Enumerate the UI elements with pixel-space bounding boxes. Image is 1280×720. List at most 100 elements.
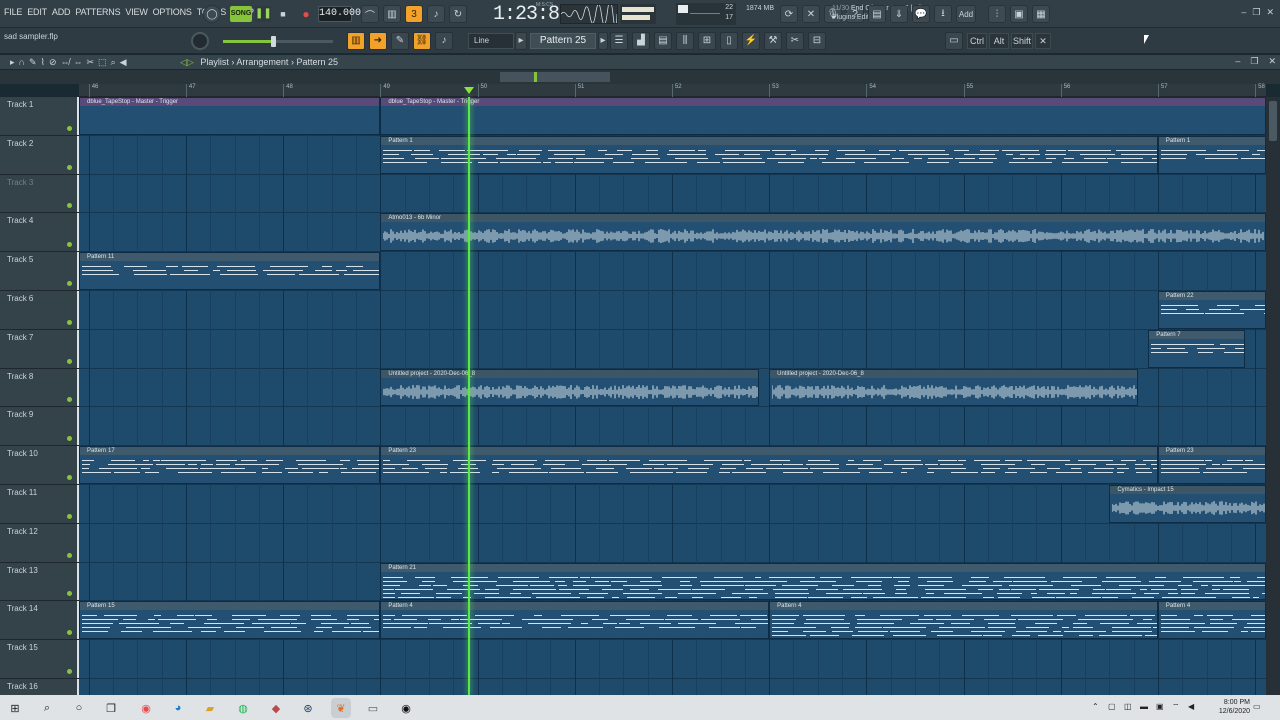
play-pause-button[interactable]: ❚❚: [255, 6, 272, 22]
menu-options[interactable]: OPTIONS: [153, 7, 192, 17]
mixer-view-icon[interactable]: ⫼: [676, 32, 694, 50]
song-mode-button[interactable]: SONG: [230, 6, 252, 22]
tray-app-icon[interactable]: ▢: [1108, 702, 1116, 711]
wait-input-icon[interactable]: ▥: [383, 5, 401, 23]
record-button[interactable]: ●: [298, 6, 314, 22]
vertical-scrollbar[interactable]: [1266, 97, 1280, 695]
track-header[interactable]: Track 7: [0, 329, 79, 369]
playhead-marker[interactable]: [463, 87, 474, 94]
plugin-picker-icon[interactable]: ⊞: [698, 32, 716, 50]
track-mute-led[interactable]: [67, 125, 72, 131]
tempo-display[interactable]: 140.000: [318, 6, 361, 22]
playlist-maximize-icon[interactable]: ❐: [1250, 56, 1258, 67]
track-mute-led[interactable]: [67, 552, 72, 558]
track-header[interactable]: Track 3: [0, 174, 79, 214]
master-volume-knob[interactable]: [191, 32, 209, 50]
vertical-scroll-thumb[interactable]: [1269, 101, 1277, 141]
stop-button[interactable]: ■: [276, 6, 290, 22]
audio-clip[interactable]: Untitled project - 2020-Dec-06_8: [380, 368, 760, 407]
menu-arrow-icon[interactable]: ▸: [10, 57, 15, 68]
countdown-icon[interactable]: 3: [405, 5, 423, 23]
track-header[interactable]: Track 10: [0, 446, 79, 485]
app-icon-3[interactable]: ▭: [363, 698, 383, 718]
playlist-arrow-icon[interactable]: ◁▷: [180, 57, 194, 67]
pattern-clip[interactable]: Pattern 21: [380, 562, 1266, 601]
browser-icon[interactable]: ▣: [1010, 5, 1028, 23]
track-header[interactable]: Track 5: [0, 252, 79, 291]
tools-icon[interactable]: ⚒: [764, 32, 782, 50]
channel-rack-icon[interactable]: ▦: [1032, 5, 1050, 23]
tray-network-icon[interactable]: ◫: [1124, 702, 1132, 711]
delete-icon[interactable]: ⊘: [49, 57, 57, 68]
track-mute-led[interactable]: [67, 436, 72, 442]
pattern-clip[interactable]: Pattern 1: [1157, 135, 1266, 174]
ctrl-key-button[interactable]: Ctrl: [967, 33, 987, 49]
plug-icon[interactable]: ⚡: [742, 32, 760, 50]
track-name[interactable]: Track 16: [7, 682, 38, 691]
track-name[interactable]: Track 13: [7, 566, 38, 575]
playback-icon[interactable]: ◀: [120, 57, 127, 68]
app-icon-1[interactable]: ◉: [136, 698, 156, 718]
tray-battery-icon[interactable]: ▬: [1140, 702, 1148, 711]
auto-clip[interactable]: dblue_TapeStop - Master - Trigger: [380, 97, 1266, 135]
audio-clip[interactable]: Cymatics - Impact 15: [1109, 485, 1266, 523]
chat-icon[interactable]: 💬: [912, 5, 930, 23]
pattern-clip[interactable]: Pattern 23: [380, 446, 1158, 484]
track-header[interactable]: Track 11: [0, 485, 79, 524]
pattern-clip[interactable]: Pattern 4: [380, 601, 770, 640]
spotify-icon[interactable]: ◍: [233, 698, 253, 718]
piano-roll-icon[interactable]: ▥: [347, 32, 365, 50]
track-name[interactable]: Track 15: [7, 643, 38, 652]
menu-view[interactable]: VIEW: [125, 7, 147, 17]
track-header[interactable]: Track 1: [0, 97, 79, 136]
volume-handle[interactable]: [270, 36, 276, 47]
track-mute-led[interactable]: [67, 280, 72, 286]
menu-add[interactable]: ADD: [52, 7, 71, 17]
performance-icon[interactable]: ✂: [786, 32, 804, 50]
pattern-clip[interactable]: Pattern 7: [1148, 329, 1246, 368]
metronome-icon[interactable]: ⌒: [361, 5, 379, 23]
system-clock[interactable]: 8:00 PM 12/6/2020: [1219, 698, 1250, 716]
tray-expand-icon[interactable]: ⌃: [1092, 702, 1099, 711]
slip-icon[interactable]: ⇔: [74, 57, 83, 68]
menu-file[interactable]: FILE: [4, 7, 22, 17]
cortana-icon[interactable]: ○: [69, 698, 89, 718]
playlist-grid[interactable]: dblue_TapeStop - Master - Trigger dblue_T…: [79, 97, 1266, 695]
track-header[interactable]: Track 12: [0, 523, 79, 563]
track-header[interactable]: Track 13: [0, 562, 79, 602]
track-header[interactable]: Track 6: [0, 291, 79, 330]
fl-studio-icon[interactable]: ❦: [331, 698, 351, 718]
windows-start-icon[interactable]: ⊞: [5, 698, 25, 718]
track-header[interactable]: Track 4: [0, 213, 79, 253]
track-mute-led[interactable]: [67, 242, 72, 248]
menu-edit[interactable]: EDIT: [27, 7, 47, 17]
edge-icon[interactable]: ◕: [168, 698, 188, 718]
snap-select[interactable]: Line: [468, 33, 514, 49]
channel-icon[interactable]: ▤: [654, 32, 672, 50]
pattern-clip[interactable]: Pattern 1: [380, 135, 1158, 174]
pattern-select[interactable]: Pattern 25: [530, 33, 596, 49]
track-mute-led[interactable]: [67, 668, 72, 674]
pattern-clip[interactable]: Pattern 4: [769, 601, 1158, 640]
playlist-overview-scrollbar[interactable]: [0, 70, 1280, 84]
track-name[interactable]: Track 3: [7, 178, 33, 187]
track-name[interactable]: Track 12: [7, 527, 38, 536]
pattern-next-icon[interactable]: ▸: [598, 32, 608, 50]
track-name[interactable]: Track 10: [7, 449, 38, 458]
volume-icon[interactable]: ◀: [1188, 702, 1194, 711]
select-icon[interactable]: ⬚: [98, 57, 107, 68]
track-name[interactable]: Track 5: [7, 255, 33, 264]
track-mute-led[interactable]: [67, 164, 72, 170]
track-name[interactable]: Track 14: [7, 604, 38, 613]
alt-key-button[interactable]: Alt: [989, 33, 1009, 49]
track-header[interactable]: Track 15: [0, 640, 79, 679]
cpu-reset-icon[interactable]: ⟳: [780, 5, 798, 23]
mute-icon[interactable]: ⇎: [61, 57, 70, 68]
auto-clip[interactable]: dblue_TapeStop - Master - Trigger: [79, 97, 381, 135]
file-icon[interactable]: ▯: [720, 32, 738, 50]
add-button[interactable]: Add: [956, 5, 976, 23]
piano-icon[interactable]: ▟: [632, 32, 650, 50]
track-name[interactable]: Track 11: [7, 488, 37, 497]
pattern-clip[interactable]: Pattern 4: [1157, 601, 1266, 640]
loop-record-icon[interactable]: ↻: [449, 5, 467, 23]
